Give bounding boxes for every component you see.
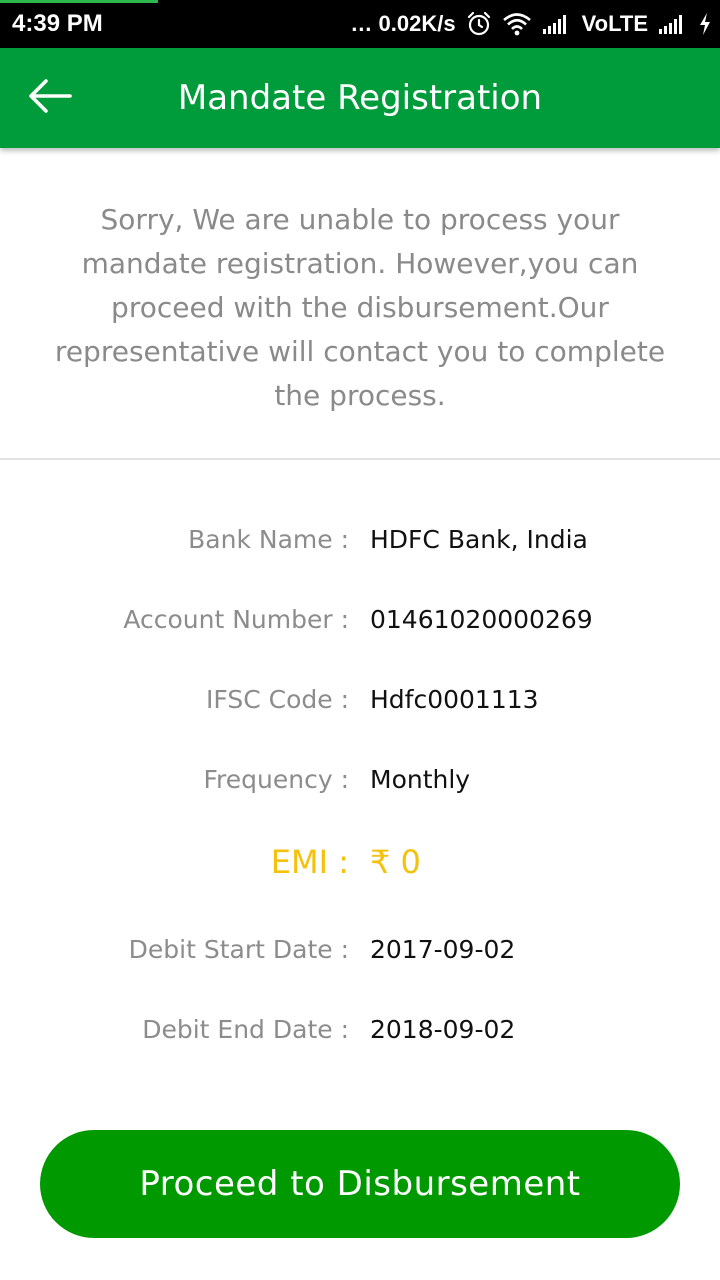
page-title: Mandate Registration — [177, 78, 543, 118]
network-speed: … 0.02K/s — [350, 11, 456, 36]
detail-row-ifsc-code: IFSC Code : Hdfc0001113 — [0, 680, 720, 720]
status-time: 4:39 PM — [12, 10, 103, 37]
detail-label: Account Number : — [123, 605, 349, 634]
detail-label: IFSC Code : — [206, 685, 349, 714]
wifi-icon — [502, 11, 532, 37]
detail-row-debit-end-date: Debit End Date : 2018-09-02 — [0, 1010, 720, 1050]
loading-indicator — [0, 0, 158, 3]
detail-label: Debit Start Date : — [128, 935, 349, 964]
detail-value: ₹ 0 — [370, 843, 421, 881]
detail-value: 2018-09-02 — [370, 1015, 516, 1044]
detail-row-account-number: Account Number : 01461020000269 — [0, 600, 720, 640]
signal-icon — [542, 13, 572, 35]
error-message: Sorry, We are unable to process your man… — [54, 203, 666, 412]
detail-label: Frequency : — [203, 765, 349, 794]
signal-icon — [658, 13, 688, 35]
proceed-to-disbursement-button[interactable]: Proceed to Disbursement — [40, 1130, 680, 1238]
network-type: VoLTE — [581, 11, 648, 36]
charging-icon — [698, 12, 712, 36]
detail-value: Hdfc0001113 — [370, 685, 539, 714]
detail-label: Bank Name : — [188, 525, 349, 554]
detail-row-frequency: Frequency : Monthly — [0, 760, 720, 800]
alarm-icon — [466, 11, 492, 37]
detail-value: Monthly — [370, 765, 471, 794]
status-icons: … 0.02K/s VoLTE — [350, 8, 712, 40]
detail-row-bank-name: Bank Name : HDFC Bank, India — [0, 520, 720, 560]
divider — [0, 458, 720, 460]
detail-value: 2017-09-02 — [370, 935, 516, 964]
detail-row-debit-start-date: Debit Start Date : 2017-09-02 — [0, 930, 720, 970]
detail-row-emi: EMI : ₹ 0 — [0, 842, 720, 882]
detail-label: Debit End Date : — [142, 1015, 349, 1044]
detail-value: 01461020000269 — [370, 605, 593, 634]
status-bar: 4:39 PM … 0.02K/s VoLTE — [0, 0, 720, 48]
detail-label: EMI : — [270, 843, 349, 881]
detail-value: HDFC Bank, India — [370, 525, 588, 554]
app-bar: Mandate Registration — [0, 48, 720, 148]
